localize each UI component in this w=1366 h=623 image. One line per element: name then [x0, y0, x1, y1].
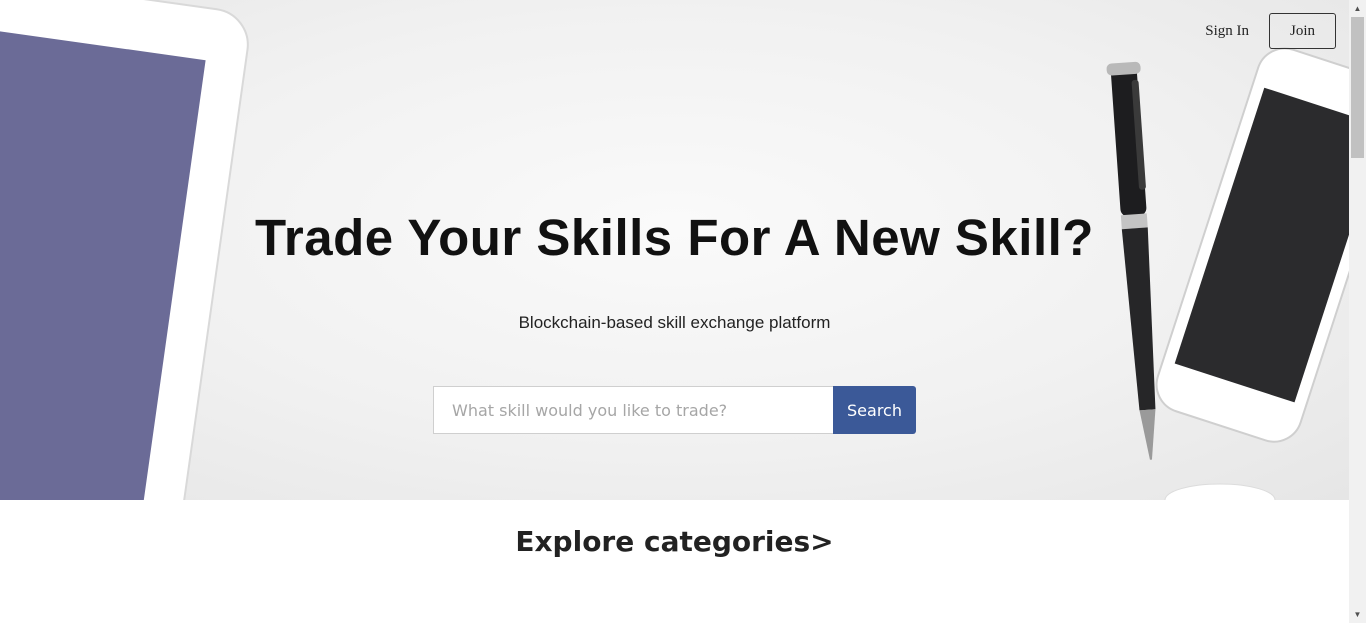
sign-in-link[interactable]: Sign In	[1205, 23, 1249, 40]
search-button[interactable]: Search	[833, 386, 916, 434]
scroll-up-arrow-icon[interactable]: ▲	[1349, 0, 1366, 17]
hero-title: Trade Your Skills For A New Skill?	[255, 209, 1094, 266]
explore-categories-link[interactable]: Explore categories>	[0, 525, 1349, 558]
top-navigation: Sign In Join	[1205, 13, 1336, 49]
scroll-down-arrow-icon[interactable]: ▼	[1349, 606, 1366, 623]
skill-search-form: Search	[433, 386, 916, 434]
hero-subtitle: Blockchain-based skill exchange platform	[518, 313, 831, 332]
page: Sign In Join Trade Your Skills For A New…	[0, 0, 1349, 623]
hero-section: Sign In Join Trade Your Skills For A New…	[0, 0, 1349, 500]
skill-search-input[interactable]	[433, 386, 833, 434]
join-button[interactable]: Join	[1269, 13, 1336, 49]
vertical-scrollbar[interactable]: ▲ ▼	[1349, 0, 1366, 623]
scrollbar-thumb[interactable]	[1351, 17, 1364, 158]
